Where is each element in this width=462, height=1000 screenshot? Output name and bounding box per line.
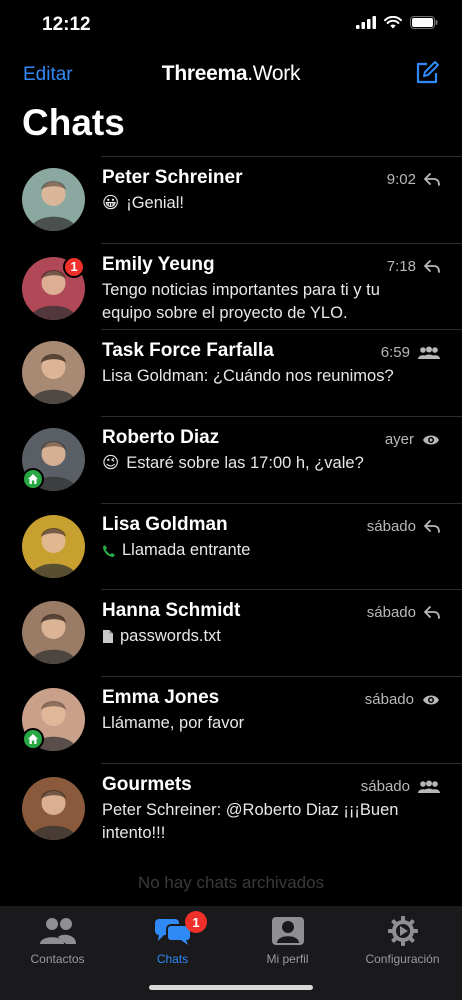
chat-name: Task Force Farfalla [102, 340, 274, 362]
divider [101, 589, 462, 591]
profile-icon [271, 917, 304, 945]
page-title: Chats [22, 102, 125, 143]
divider [101, 329, 462, 331]
chat-time: ayer [384, 431, 414, 449]
tab-label: Contactos [30, 952, 85, 966]
chat-name: Gourmets [102, 773, 192, 795]
chat-name: Lisa Goldman [102, 513, 228, 535]
divider [101, 502, 462, 504]
chat-list: Peter Schreiner 9:02 😀 ¡Genial! 1 Emily Yeung… [0, 156, 462, 850]
eye-icon [422, 434, 440, 446]
battery-icon [410, 16, 438, 29]
chat-message: Estaré sobre las 17:00 h, ¿vale? [126, 454, 364, 473]
home-indicator [149, 985, 313, 990]
group-icon [418, 346, 440, 360]
wifi-icon [384, 16, 402, 29]
chat-name: Hanna Schmidt [102, 600, 241, 622]
chat-row[interactable]: 1 Emily Yeung 7:18 Tengo noticias important… [0, 242, 462, 330]
eye-icon [422, 694, 440, 706]
chat-message: Peter Schreiner: @Roberto Diaz ¡¡¡Buen i… [102, 800, 399, 842]
archived-chats-label: No hay chats archivados [137, 873, 325, 892]
chat-name: Roberto Diaz [102, 427, 220, 449]
avatar [22, 168, 85, 231]
reply-icon [424, 259, 440, 273]
chat-row[interactable]: Peter Schreiner 9:02 😀 ¡Genial! [0, 156, 462, 243]
avatar [22, 601, 85, 665]
divider [101, 762, 462, 764]
tab-profile[interactable]: Mi perfil [230, 914, 345, 966]
file-icon [102, 628, 114, 651]
chat-row[interactable]: Emma Jones sábado Llámame, por favor [0, 676, 462, 763]
tab-label: Chats [156, 952, 189, 966]
app-logo: Threema.Work [161, 62, 301, 85]
divider [101, 676, 462, 678]
chat-message-preview: passwords.txt [102, 625, 402, 651]
chat-time: 7:18 [386, 257, 416, 275]
chat-message-preview: Lisa Goldman: ¿Cuándo nos reunimos? [102, 365, 402, 388]
chat-message-preview: Tengo noticias importantes para ti y tu … [102, 279, 402, 325]
chat-name: Peter Schreiner [102, 167, 243, 188]
chat-time: 9:02 [386, 171, 416, 188]
chat-message-preview: 😉 Estaré sobre las 17:00 h, ¿vale? [102, 452, 402, 475]
chat-message: passwords.txt [120, 627, 221, 646]
chat-message-preview: Peter Schreiner: @Roberto Diaz ¡¡¡Buen i… [102, 799, 402, 845]
chat-row[interactable]: Gourmets sábado Peter Schreiner: @Roberto … [0, 762, 462, 850]
chat-time: sábado [366, 604, 416, 622]
tab-badge: 1 [185, 911, 207, 933]
phone-icon [102, 542, 116, 565]
status-time: 12:12 [42, 14, 91, 35]
chat-message: ¡Genial! [126, 194, 184, 212]
divider [101, 242, 462, 244]
chat-message-preview: Llámame, por favor [102, 712, 402, 735]
chat-time: sábado [366, 517, 416, 535]
reply-icon [424, 519, 440, 533]
home-badge-icon [22, 728, 44, 751]
chat-time: 6:59 [380, 344, 410, 362]
chat-time: sábado [360, 777, 410, 795]
avatar [22, 514, 85, 578]
chat-message-preview: Llamada entrante [102, 539, 402, 565]
compose-icon[interactable] [414, 60, 440, 86]
divider [101, 416, 462, 418]
avatar [22, 776, 85, 840]
chat-name: Emma Jones [102, 687, 220, 709]
reply-icon [424, 606, 440, 620]
chat-time: sábado [364, 691, 414, 709]
tab-contacts[interactable]: Contactos [0, 914, 115, 966]
chat-message: Llamada entrante [122, 540, 251, 559]
nav-bar: Editar Threema.Work [0, 56, 462, 96]
status-bar: 12:12 [0, 0, 462, 50]
chat-row[interactable]: Task Force Farfalla 6:59 Lisa Goldman: ¿Cu… [0, 329, 462, 416]
chat-message: Lisa Goldman: ¿Cuándo nos reunimos? [102, 367, 394, 386]
emoji-icon: 😉 [102, 454, 120, 473]
chat-row[interactable]: Lisa Goldman sábado Llamada entrante [0, 502, 462, 590]
gear-icon [387, 916, 418, 946]
reply-icon [424, 173, 440, 186]
chat-message: Llámame, por favor [102, 714, 245, 733]
chat-message-preview: 😀 ¡Genial! [102, 192, 402, 215]
home-badge-icon [22, 468, 44, 491]
chat-name: Emily Yeung [102, 253, 215, 275]
contacts-icon [39, 918, 76, 944]
avatar [22, 341, 85, 405]
tab-chats[interactable]: 1 Chats [115, 911, 230, 966]
chat-message: Tengo noticias importantes para ti y tu … [102, 280, 380, 322]
chat-row[interactable]: Hanna Schmidt sábado passwords.txt [0, 589, 462, 676]
emoji-icon: 😀 [102, 194, 120, 212]
tab-settings[interactable]: Configuración [345, 914, 460, 966]
tab-label: Mi perfil [266, 952, 309, 966]
tab-label: Configuración [365, 952, 440, 966]
unread-badge: 1 [63, 255, 85, 278]
cellular-icon [356, 16, 376, 29]
divider [101, 156, 462, 157]
chat-row[interactable]: Roberto Diaz ayer 😉 Estaré sobre las 17:00 … [0, 416, 462, 503]
group-icon [418, 780, 440, 793]
